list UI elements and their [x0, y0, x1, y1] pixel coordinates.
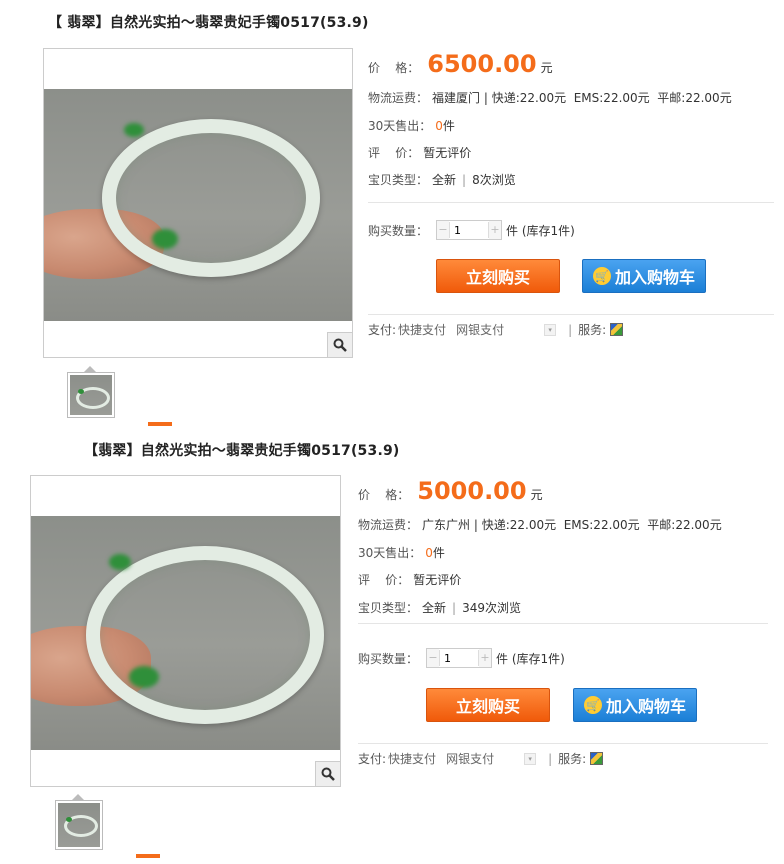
- price-unit: 元: [530, 488, 543, 502]
- product-title: 【 翡翠】自然光实拍～翡翠贵妃手镯0517(53.9): [48, 15, 369, 31]
- price-row: 价 格： 6500.00 元: [368, 50, 553, 78]
- view-count: 8次浏览: [472, 173, 516, 187]
- rating-value[interactable]: 暂无评价: [413, 571, 461, 588]
- payment-row: 支付: 快捷支付 网银支付 ▾ | 服务:: [358, 750, 604, 767]
- qty-increment-button[interactable]: +: [489, 221, 502, 239]
- thumb-indicator: [148, 422, 172, 426]
- payment-row: 支付: 快捷支付 网银支付 ▾ | 服务:: [368, 321, 624, 338]
- quantity-row: 购买数量： − + 件 (库存1件): [358, 648, 565, 668]
- shipping-label: 物流运费：: [358, 518, 419, 532]
- quantity-stepper: − +: [426, 648, 493, 668]
- type-value: 全新: [422, 601, 447, 615]
- buy-now-button[interactable]: 立刻购买: [426, 688, 550, 722]
- view-count: 349次浏览: [462, 601, 521, 615]
- product-title: 【翡翠】自然光实拍～翡翠贵妃手镯0517(53.9): [84, 443, 400, 459]
- thumbnail[interactable]: [55, 800, 103, 850]
- rating-label: 评 价：: [368, 146, 420, 160]
- pay-method-quick[interactable]: 快捷支付: [398, 321, 446, 338]
- quantity-unit: 件 (库存1件): [506, 223, 575, 238]
- add-to-cart-button[interactable]: 🛒 加入购物车: [582, 259, 706, 293]
- service-label: 服务:: [578, 323, 607, 337]
- divider-bar: |: [462, 173, 467, 187]
- shipping-row: 物流运费： 广东广州 | 快递:22.00元 EMS:22.00元 平邮:22.…: [358, 516, 722, 533]
- sold-row: 30天售出： 0 件: [358, 544, 445, 561]
- qty-decrement-button[interactable]: −: [437, 221, 450, 239]
- pay-method-bank[interactable]: 网银支付: [446, 750, 494, 767]
- qty-decrement-button[interactable]: −: [427, 649, 440, 667]
- pay-method-quick[interactable]: 快捷支付: [388, 750, 436, 767]
- section-divider: [358, 623, 768, 624]
- add-to-cart-label: 加入购物车: [614, 268, 695, 287]
- type-row: 宝贝类型： 全新 | 8次浏览: [368, 171, 516, 188]
- thumb-indicator: [136, 854, 160, 858]
- quantity-stepper: − +: [436, 220, 503, 240]
- cart-icon: 🛒: [592, 267, 611, 285]
- sold-count: 0: [425, 546, 433, 560]
- type-label: 宝贝类型：: [358, 601, 419, 615]
- shipping-row: 物流运费： 福建厦门 | 快递:22.00元 EMS:22.00元 平邮:22.…: [368, 89, 732, 106]
- price-value: 6500.00: [427, 50, 537, 78]
- sold-unit: 件: [442, 119, 455, 133]
- chevron-down-icon[interactable]: ▾: [544, 323, 557, 336]
- thumbnail[interactable]: [67, 372, 115, 418]
- divider-bar: |: [452, 601, 457, 615]
- divider-bar: |: [568, 322, 573, 337]
- pay-label: 支付:: [368, 323, 397, 337]
- shipping-value: 福建厦门 | 快递:22.00元 EMS:22.00元 平邮:22.00元: [432, 91, 732, 105]
- sold-row: 30天售出： 0 件: [368, 117, 455, 134]
- rating-row: 评 价： 暂无评价: [358, 571, 461, 588]
- quantity-input[interactable]: [449, 222, 490, 238]
- sold-count: 0: [435, 119, 443, 133]
- quantity-input[interactable]: [439, 650, 480, 666]
- qty-increment-button[interactable]: +: [479, 649, 492, 667]
- cart-icon: 🛒: [583, 696, 602, 714]
- service-icon[interactable]: [590, 752, 604, 765]
- section-divider: [358, 743, 768, 744]
- type-value: 全新: [432, 173, 457, 187]
- buy-now-button[interactable]: 立刻购买: [436, 259, 560, 293]
- pay-method-bank[interactable]: 网银支付: [456, 321, 504, 338]
- price-label: 价 格：: [368, 61, 420, 75]
- zoom-icon[interactable]: [315, 761, 340, 786]
- product-photo: [44, 89, 352, 321]
- type-label: 宝贝类型：: [368, 173, 429, 187]
- listing-1: 【 翡翠】自然光实拍～翡翠贵妃手镯0517(53.9) 价 格： 6500.00…: [0, 0, 784, 432]
- section-divider: [368, 314, 774, 315]
- price-unit: 元: [540, 61, 553, 75]
- service-icon[interactable]: [610, 323, 624, 336]
- quantity-row: 购买数量： − + 件 (库存1件): [368, 220, 575, 240]
- section-divider: [368, 202, 774, 203]
- quantity-label: 购买数量：: [358, 651, 419, 666]
- rating-value[interactable]: 暂无评价: [423, 144, 471, 161]
- type-row: 宝贝类型： 全新 | 349次浏览: [358, 599, 521, 616]
- product-image-frame[interactable]: [43, 48, 353, 358]
- price-value: 5000.00: [417, 477, 527, 505]
- price-label: 价 格：: [358, 488, 410, 502]
- divider-bar: |: [548, 751, 553, 766]
- price-row: 价 格： 5000.00 元: [358, 477, 543, 505]
- quantity-unit: 件 (库存1件): [496, 651, 565, 666]
- service-label: 服务:: [558, 752, 587, 766]
- add-to-cart-button[interactable]: 🛒 加入购物车: [573, 688, 697, 722]
- product-photo: [31, 516, 340, 750]
- zoom-icon[interactable]: [327, 332, 352, 357]
- quantity-label: 购买数量：: [368, 223, 429, 238]
- shipping-value: 广东广州 | 快递:22.00元 EMS:22.00元 平邮:22.00元: [422, 518, 722, 532]
- product-image-frame[interactable]: [30, 475, 341, 787]
- add-to-cart-label: 加入购物车: [605, 697, 686, 716]
- pay-label: 支付:: [358, 752, 387, 766]
- rating-row: 评 价： 暂无评价: [368, 144, 471, 161]
- rating-label: 评 价：: [358, 573, 410, 587]
- sold-label: 30天售出：: [358, 546, 422, 560]
- chevron-down-icon[interactable]: ▾: [524, 752, 537, 765]
- sold-label: 30天售出：: [368, 119, 432, 133]
- sold-unit: 件: [432, 546, 445, 560]
- shipping-label: 物流运费：: [368, 91, 429, 105]
- listing-2: 【翡翠】自然光实拍～翡翠贵妃手镯0517(53.9) 价 格： 5000.00 …: [0, 432, 784, 864]
